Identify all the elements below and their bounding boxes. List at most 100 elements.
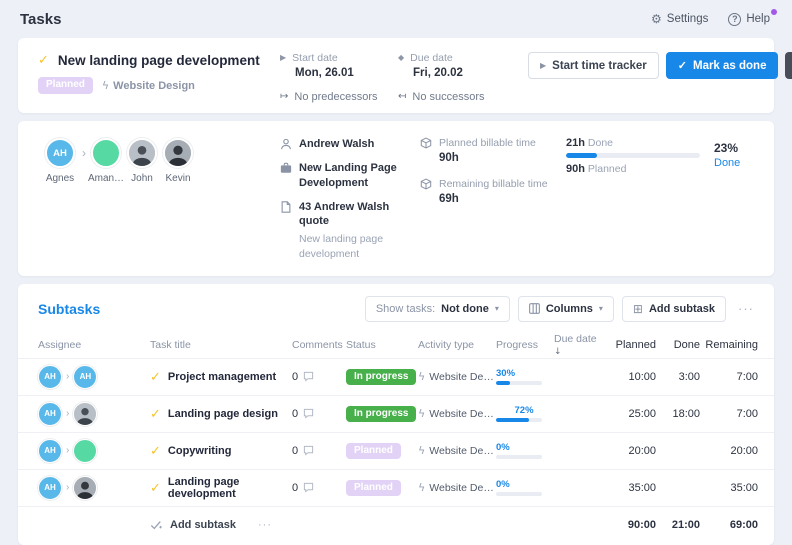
subtask-title-cell[interactable]: ✓ Project management — [150, 369, 292, 385]
add-subtask-row-button[interactable]: Add subtask ··· — [150, 519, 292, 531]
progress-bar — [496, 381, 542, 385]
tasks-page: Tasks ⚙ Settings ? Help ✓ New landing pa… — [0, 0, 792, 505]
mark-as-done-button[interactable]: ✓ Mark as done — [666, 52, 779, 79]
planned-cell: 25:00 — [604, 408, 656, 420]
subtask-title: Landing page design — [168, 408, 278, 420]
assigner-avatar[interactable]: AH — [38, 402, 62, 426]
subtask-check-icon[interactable]: ✓ — [150, 443, 161, 459]
more-actions-button[interactable]: ··· — [734, 301, 758, 316]
subtask-row[interactable]: AH › ✓ Copywriting 0 Planned ϟ Website D… — [18, 432, 774, 469]
comments-cell[interactable]: 0 — [292, 482, 346, 494]
col-header-assignee[interactable]: Assignee — [38, 339, 150, 351]
client-row[interactable]: Andrew Walsh — [280, 137, 408, 152]
chevron-right-icon: › — [66, 482, 69, 493]
status-badge: Planned — [346, 480, 401, 496]
progress-cell: 0% — [496, 442, 554, 459]
subtask-title-cell[interactable]: ✓ Copywriting — [150, 443, 292, 459]
col-header-done[interactable]: Done — [656, 339, 700, 351]
subtask-check-icon[interactable]: ✓ — [150, 369, 161, 385]
page-title: Tasks — [20, 11, 61, 28]
predecessors-link[interactable]: ↦ No predecessors — [280, 91, 398, 103]
avatar-photo[interactable] — [127, 138, 157, 168]
modify-button[interactable]: Modify — [785, 52, 792, 79]
comment-icon — [303, 482, 314, 493]
task-progress-fill — [566, 153, 597, 158]
row-more-button[interactable]: ··· — [258, 519, 272, 531]
planned-hours-line: 90h Planned — [566, 163, 700, 175]
assignee-avatar[interactable] — [73, 402, 97, 426]
subtask-check-icon[interactable]: ✓ — [150, 480, 161, 496]
columns-label: Columns — [546, 303, 593, 315]
assigner-avatar[interactable]: AH — [38, 365, 62, 389]
successors-link[interactable]: ↤ No successors — [398, 91, 528, 103]
assignee-avatar[interactable] — [73, 439, 97, 463]
col-header-task-title[interactable]: Task title — [150, 339, 292, 351]
col-header-progress[interactable]: Progress — [496, 339, 554, 351]
task-check-icon[interactable]: ✓ — [38, 52, 49, 68]
assigner-avatar[interactable]: AH — [38, 476, 62, 500]
col-header-comments[interactable]: Comments — [292, 339, 346, 351]
comments-cell[interactable]: 0 — [292, 371, 346, 383]
project-row[interactable]: New Landing Page Development — [280, 161, 408, 191]
comments-count: 0 — [292, 371, 298, 383]
subtask-row[interactable]: AH › ✓ Landing page design 0 In progress… — [18, 395, 774, 432]
subtask-check-icon[interactable]: ✓ — [150, 406, 161, 422]
progress-bar — [496, 455, 542, 459]
status-cell: In progress — [346, 370, 418, 383]
planned-cell: 20:00 — [604, 445, 656, 457]
status-cell: Planned — [346, 481, 418, 494]
assignee-name: Agnes — [46, 173, 74, 184]
subtask-row[interactable]: AH › AH ✓ Project management 0 In progre… — [18, 358, 774, 395]
show-tasks-label: Show tasks: — [376, 303, 435, 315]
assignee[interactable]: Aman… — [88, 138, 124, 184]
successors-label: No successors — [412, 91, 484, 103]
subtasks-card: Subtasks Show tasks: Not done ▾ Columns … — [18, 284, 774, 545]
settings-button[interactable]: ⚙ Settings — [651, 13, 708, 25]
start-time-tracker-button[interactable]: ▶ Start time tracker — [528, 52, 659, 79]
planned-cell: 35:00 — [604, 482, 656, 494]
assignee[interactable]: Kevin — [160, 138, 196, 184]
activity-label: Website De… — [429, 482, 494, 494]
time-progress: 21h Done 90h Planned — [548, 135, 708, 262]
assignee-name: John — [131, 173, 153, 184]
status-cell: Planned — [346, 444, 418, 457]
start-date-value: Mon, 26.01 — [295, 67, 398, 79]
col-header-activity[interactable]: Activity type — [418, 339, 496, 351]
col-header-status[interactable]: Status — [346, 339, 418, 351]
activity-label: Website De… — [429, 445, 494, 457]
activity-cell: ϟ Website De… — [418, 407, 496, 420]
subtask-title-cell[interactable]: ✓ Landing page design — [150, 406, 292, 422]
add-subtask-button[interactable]: ⊞ Add subtask — [622, 296, 726, 322]
quote-row[interactable]: 43 Andrew Walsh quote — [280, 200, 408, 230]
comments-cell[interactable]: 0 — [292, 408, 346, 420]
person-photo-icon — [74, 403, 96, 425]
columns-dropdown[interactable]: Columns ▾ — [518, 296, 614, 322]
progress-percent: 0% — [496, 442, 546, 453]
subtask-title-cell[interactable]: ✓ Landing page development — [150, 476, 292, 500]
bolt-icon: ϟ — [418, 481, 425, 494]
task-relations: Andrew Walsh New Landing Page Developmen… — [280, 135, 408, 262]
task-header-card: ✓ New landing page development Planned ϟ… — [18, 38, 774, 113]
planned-total: 90:00 — [604, 519, 656, 531]
status-badge: In progress — [346, 406, 416, 422]
activity-cell: ϟ Website De… — [418, 370, 496, 383]
assignee[interactable]: John — [124, 138, 160, 184]
comments-cell[interactable]: 0 — [292, 445, 346, 457]
avatar-photo[interactable] — [163, 138, 193, 168]
avatar-color[interactable] — [91, 138, 121, 168]
avatar-initials[interactable]: AH — [45, 138, 75, 168]
col-header-planned[interactable]: Planned — [604, 339, 656, 351]
assignee-avatar[interactable]: AH — [73, 365, 97, 389]
col-header-remaining[interactable]: Remaining — [700, 339, 758, 351]
col-header-due-date[interactable]: Due date ↓ — [554, 333, 604, 357]
assigner-avatar[interactable]: AH — [38, 439, 62, 463]
planned-billable-label: Planned billable time — [439, 137, 536, 149]
document-icon — [280, 201, 292, 213]
assigner[interactable]: AH Agnes — [38, 138, 82, 184]
assignee-avatar[interactable] — [73, 476, 97, 500]
percent-done-link[interactable]: Done — [714, 157, 754, 169]
show-tasks-dropdown[interactable]: Show tasks: Not done ▾ — [365, 296, 510, 322]
notification-dot — [771, 9, 777, 15]
subtask-row[interactable]: AH › ✓ Landing page development 0 Planne… — [18, 469, 774, 506]
help-button[interactable]: ? Help — [728, 13, 770, 26]
